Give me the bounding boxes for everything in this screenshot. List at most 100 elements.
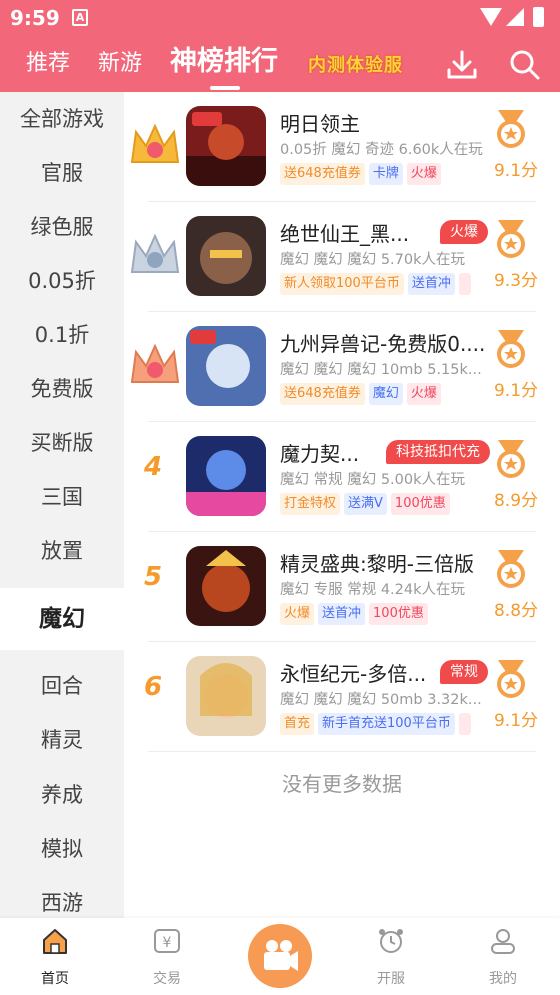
silver-crown-icon — [130, 233, 180, 273]
medal-icon — [497, 550, 525, 588]
game-name[interactable]: 精灵盛典:黎明-三倍版 — [280, 548, 490, 577]
game-score: 8.9分 — [493, 491, 539, 511]
sidebar-item-discount-01[interactable]: 0.1折 — [0, 308, 124, 362]
svg-text:¥: ¥ — [163, 935, 172, 951]
sidebar-item-spirit[interactable]: 精灵 — [0, 713, 124, 767]
game-thumbnail[interactable] — [186, 216, 266, 296]
gold-crown-icon — [130, 123, 180, 163]
tag: 新人领取100平台币 — [280, 273, 404, 295]
sidebar-item-green[interactable]: 绿色服 — [0, 200, 124, 254]
game-thumbnail[interactable] — [186, 546, 266, 626]
medal-icon — [497, 660, 525, 698]
bronze-crown-icon — [130, 343, 180, 383]
profile-icon — [491, 929, 515, 954]
sim-card-icon: A — [72, 9, 88, 26]
bottom-nav-trade[interactable]: ¥ 交易 — [122, 918, 212, 995]
game-row[interactable]: 九州异兽记-免费版0.... 魔幻 魔幻 魔幻 10mb 5.15k... 送6… — [124, 312, 560, 422]
medal-icon — [497, 330, 525, 368]
game-meta: 魔幻 专服 常规 4.24k人在玩 — [280, 582, 466, 598]
medal-icon — [497, 440, 525, 478]
tag-list: 打金特权 送满V 100优惠 — [280, 492, 486, 516]
tag: 火爆 — [406, 383, 441, 405]
row-divider — [148, 751, 536, 752]
game-score: 9.1分 — [493, 381, 539, 401]
status-bar: 9:59 A — [0, 0, 560, 36]
tag — [458, 713, 471, 735]
game-score: 9.3分 — [493, 271, 539, 291]
game-row[interactable]: 6 永恒纪元-多倍... 常规 魔幻 魔幻 魔幻 50mb 3.32k... 首… — [124, 642, 560, 752]
tag-list: 新人领取100平台币 送首冲 — [280, 272, 486, 296]
category-badge: 常规 — [440, 660, 488, 684]
bottom-nav-label: 我的 — [489, 971, 517, 987]
tab-beta-server[interactable]: 内测体验服 — [308, 44, 403, 88]
sidebar-item-free[interactable]: 免费版 — [0, 362, 124, 416]
home-icon — [43, 929, 67, 954]
game-name[interactable]: 明日领主 — [280, 108, 490, 137]
sidebar-item-simulation[interactable]: 模拟 — [0, 822, 124, 876]
game-thumbnail[interactable] — [186, 436, 266, 516]
tag-list: 送648充值券 卡牌 火爆 — [280, 162, 486, 186]
sidebar-item-raising[interactable]: 养成 — [0, 768, 124, 822]
game-score: 9.1分 — [493, 161, 539, 181]
tag-list: 送648充值券 魔幻 火爆 — [280, 382, 486, 406]
category-sidebar: 全部游戏 官服 绿色服 0.05折 0.1折 免费版 买断版 三国 放置 魔幻 … — [0, 92, 124, 918]
tag: 送满V — [344, 493, 387, 515]
game-name[interactable]: 九州异兽记-免费版0.... — [280, 328, 490, 357]
tag: 火爆 — [406, 163, 441, 185]
battery-icon — [533, 7, 544, 27]
signal-icon — [506, 8, 524, 26]
bottom-nav-profile[interactable]: 我的 — [458, 918, 548, 995]
bottom-nav-label: 交易 — [153, 971, 181, 987]
sidebar-item-idle[interactable]: 放置 — [0, 524, 124, 578]
tag: 魔幻 — [368, 383, 403, 405]
sidebar-item-discount-005[interactable]: 0.05折 — [0, 254, 124, 308]
rank-number: 4 — [144, 452, 163, 482]
tag — [458, 273, 471, 295]
tag: 首充 — [280, 713, 315, 735]
wifi-icon — [480, 8, 502, 26]
video-button[interactable] — [248, 924, 312, 988]
bottom-nav-server-open[interactable]: 开服 — [346, 918, 436, 995]
sidebar-item-all-games[interactable]: 全部游戏 — [0, 92, 124, 146]
sidebar-item-turn-based[interactable]: 回合 — [0, 659, 124, 713]
tag: 送首冲 — [318, 603, 366, 625]
game-meta: 魔幻 魔幻 魔幻 50mb 3.32k... — [280, 692, 482, 708]
bottom-nav-home[interactable]: 首页 — [10, 918, 100, 995]
bottom-nav: 首页 ¥ 交易 开服 我的 — [0, 918, 560, 995]
no-more-data-label: 没有更多数据 — [282, 772, 402, 796]
game-thumbnail[interactable] — [186, 106, 266, 186]
game-thumbnail[interactable] — [186, 656, 266, 736]
search-icon[interactable] — [508, 48, 542, 82]
sidebar-item-buyout[interactable]: 买断版 — [0, 416, 124, 470]
trade-icon: ¥ — [154, 929, 180, 953]
hot-badge: 火爆 — [440, 220, 488, 244]
tag-list: 首充 新手首充送100平台币 — [280, 712, 486, 736]
game-row[interactable]: 绝世仙王_黑... 火爆 魔幻 魔幻 魔幻 5.70k人在玩 新人领取100平台… — [124, 202, 560, 312]
download-icon[interactable] — [445, 48, 479, 82]
sidebar-item-three-kingdoms[interactable]: 三国 — [0, 470, 124, 524]
tag: 100优惠 — [390, 493, 450, 515]
game-meta: 魔幻 魔幻 魔幻 5.70k人在玩 — [280, 252, 466, 268]
tab-new-games[interactable]: 新游 — [98, 42, 142, 86]
tag: 送648充值券 — [280, 163, 365, 185]
game-row[interactable]: 明日领主 0.05折 魔幻 奇迹 6.60k人在玩 送648充值券 卡牌 火爆 9.… — [124, 92, 560, 202]
bottom-nav-label: 开服 — [377, 971, 405, 987]
tab-recommend[interactable]: 推荐 — [26, 42, 70, 86]
sidebar-item-fantasy[interactable]: 魔幻 — [0, 588, 124, 650]
medal-icon — [497, 220, 525, 258]
tag: 打金特权 — [280, 493, 341, 515]
tag: 100优惠 — [369, 603, 428, 625]
bottom-nav-label: 首页 — [41, 971, 69, 987]
game-row[interactable]: 5 精灵盛典:黎明-三倍版 魔幻 专服 常规 4.24k人在玩 火爆 送首冲 100… — [124, 532, 560, 642]
game-score: 8.8分 — [493, 601, 539, 621]
game-thumbnail[interactable] — [186, 326, 266, 406]
sidebar-item-official[interactable]: 官服 — [0, 146, 124, 200]
header: 9:59 A 推荐 新游 神榜排行 内测体验服 — [0, 0, 560, 92]
game-meta: 0.05折 魔幻 奇迹 6.60k人在玩 — [280, 142, 483, 158]
game-row[interactable]: 4 魔力契... 科技抵扣代充 魔幻 常规 魔幻 5.00k人在玩 打金特权 送满… — [124, 422, 560, 532]
game-meta: 魔幻 常规 魔幻 5.00k人在玩 — [280, 472, 466, 488]
medal-icon — [497, 110, 525, 148]
tab-ranking[interactable]: 神榜排行 — [170, 40, 278, 84]
game-score: 9.1分 — [493, 711, 539, 731]
tag-list: 火爆 送首冲 100优惠 — [280, 602, 486, 626]
